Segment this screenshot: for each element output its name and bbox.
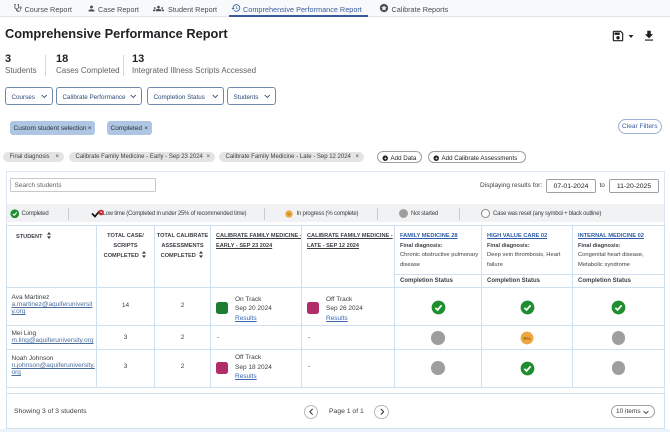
svg-text:8%: 8% xyxy=(523,336,531,342)
svg-text:%: % xyxy=(288,212,291,216)
